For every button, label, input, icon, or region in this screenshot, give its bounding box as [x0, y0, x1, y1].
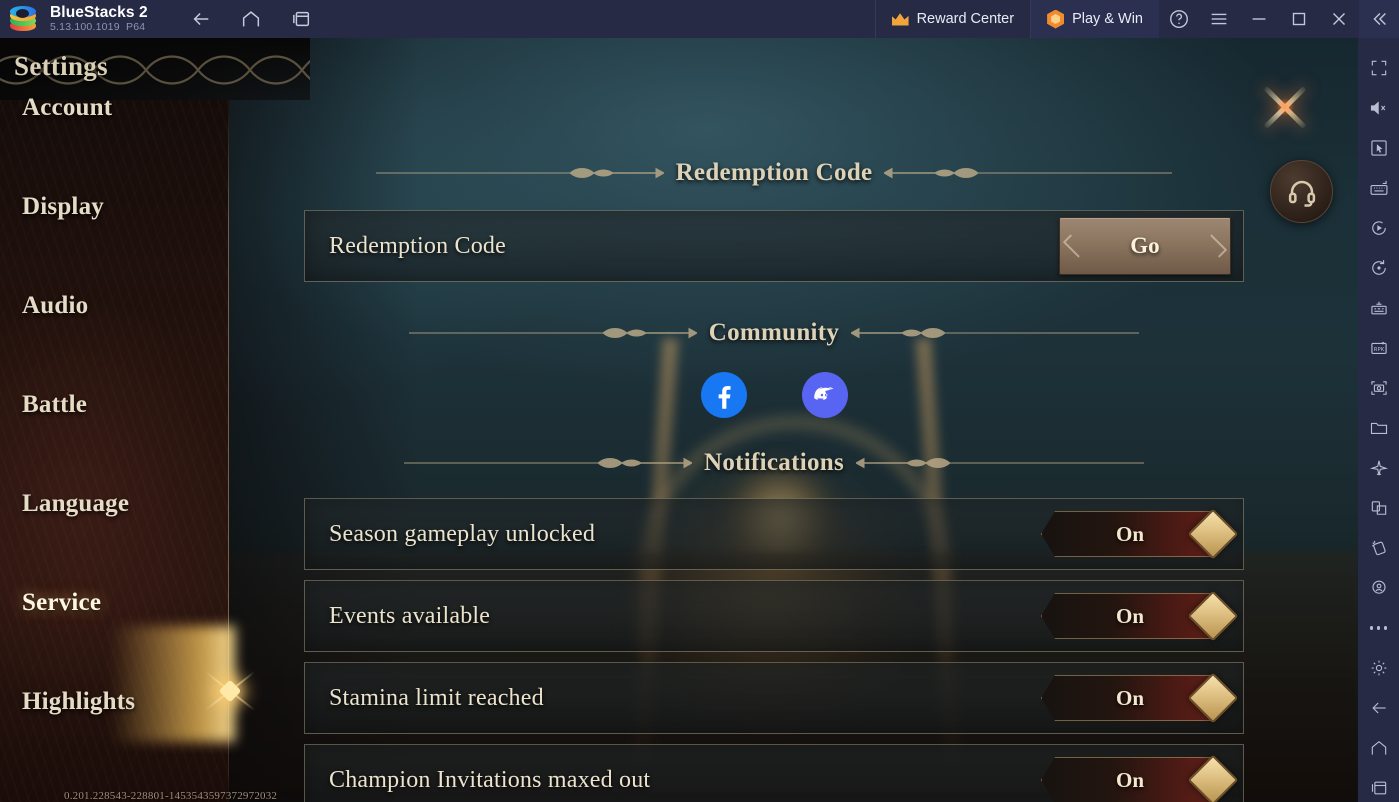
- app-version-label: 5.13.100.1019 P64: [50, 21, 146, 33]
- back-icon[interactable]: [188, 6, 214, 32]
- redemption-code-label: Redemption Code: [329, 232, 506, 259]
- rotate-icon[interactable]: [1358, 248, 1399, 288]
- facebook-icon: [718, 385, 731, 409]
- toggle-state-label: On: [1115, 767, 1144, 792]
- sidebar-item-audio[interactable]: Audio: [22, 292, 88, 320]
- sidebar-divider: [228, 100, 229, 802]
- app-name-label: BlueStacks 2: [50, 4, 148, 21]
- notification-toggle[interactable]: On: [1041, 672, 1239, 724]
- bluestacks-tool-sidebar: RPK: [1358, 38, 1399, 802]
- minimize-icon[interactable]: [1239, 0, 1279, 38]
- notification-row-champion-invitations[interactable]: Champion Invitations maxed out On: [304, 744, 1244, 802]
- shake-icon[interactable]: [1358, 528, 1399, 568]
- ornament-right-icon: [850, 326, 1141, 340]
- android-home-icon[interactable]: [1358, 728, 1399, 768]
- settings-header: Settings: [0, 38, 310, 100]
- chevron-left-icon: [1062, 234, 1087, 258]
- notification-row-stamina-limit[interactable]: Stamina limit reached On: [304, 662, 1244, 734]
- location-icon[interactable]: [1358, 568, 1399, 608]
- facebook-link-button[interactable]: [700, 372, 747, 418]
- coin-icon: [1047, 9, 1065, 29]
- app-identity: BlueStacks 2 5.13.100.1019 P64: [50, 4, 148, 34]
- close-icon[interactable]: [1319, 0, 1359, 38]
- notification-label: Stamina limit reached: [329, 684, 544, 711]
- android-back-icon[interactable]: [1358, 688, 1399, 728]
- page-title: Settings: [14, 51, 108, 81]
- fullscreen-icon[interactable]: [1358, 48, 1399, 88]
- redemption-code-row[interactable]: Redemption Code Go: [304, 210, 1244, 282]
- chevron-right-icon: [1203, 234, 1228, 258]
- notification-toggle[interactable]: On: [1041, 754, 1239, 802]
- headset-icon: [1288, 180, 1315, 207]
- rpk-install-icon[interactable]: RPK: [1358, 328, 1399, 368]
- customer-support-button[interactable]: [1270, 160, 1333, 223]
- section-title: Community: [708, 319, 840, 346]
- multi-instance-icon[interactable]: [1358, 288, 1399, 328]
- section-header-community: Community: [304, 316, 1244, 350]
- toggle-state-label: On: [1115, 603, 1144, 628]
- notification-toggle[interactable]: On: [1041, 508, 1239, 560]
- cursor-icon[interactable]: [1358, 128, 1399, 168]
- ornament-left-icon: [407, 326, 698, 340]
- notification-row-season-gameplay[interactable]: Season gameplay unlocked On: [304, 498, 1244, 570]
- notification-label: Season gameplay unlocked: [329, 520, 596, 547]
- collapse-sidebar-icon[interactable]: [1359, 0, 1399, 38]
- discord-link-button[interactable]: [801, 372, 848, 418]
- android-recents-icon[interactable]: [1358, 768, 1399, 802]
- titlebar-nav-group: [188, 6, 314, 32]
- build-version-label: 0.201.228543-228801-1453543597372972032: [64, 790, 278, 802]
- window-controls: [1159, 0, 1399, 38]
- notification-label: Champion Invitations maxed out: [329, 766, 651, 793]
- section-title: Redemption Code: [675, 159, 873, 186]
- close-settings-button[interactable]: [1254, 76, 1316, 138]
- reward-center-label: Reward Center: [916, 11, 1015, 27]
- notification-toggle[interactable]: On: [1041, 590, 1239, 642]
- ornament-right-icon: [854, 456, 1146, 470]
- screenshot-icon[interactable]: [1358, 368, 1399, 408]
- media-folder-icon[interactable]: [1358, 408, 1399, 448]
- more-options-icon[interactable]: [1358, 608, 1399, 648]
- redeem-go-button[interactable]: Go: [1059, 217, 1231, 275]
- notification-label: Events available: [329, 602, 491, 629]
- help-icon[interactable]: [1159, 0, 1199, 38]
- community-links: [304, 372, 1244, 418]
- macro-play-icon[interactable]: [1358, 208, 1399, 248]
- reward-center-button[interactable]: Reward Center: [874, 0, 1031, 38]
- settings-content: Redemption Code Redemption Code Go Commu…: [304, 100, 1244, 802]
- play-and-win-label: Play & Win: [1072, 11, 1143, 27]
- keyboard-controls-icon[interactable]: [1358, 168, 1399, 208]
- sidebar-item-service[interactable]: Service: [22, 589, 101, 617]
- crown-icon: [891, 13, 909, 26]
- settings-gear-icon[interactable]: [1358, 648, 1399, 688]
- section-header-notifications: Notifications: [304, 446, 1244, 480]
- maximize-icon[interactable]: [1279, 0, 1319, 38]
- sidebar-item-account[interactable]: Account: [22, 94, 112, 122]
- section-title: Notifications: [704, 449, 844, 476]
- sidebar-item-language[interactable]: Language: [22, 490, 129, 518]
- mute-icon[interactable]: [1358, 88, 1399, 128]
- discord-icon: [813, 387, 834, 400]
- toggle-state-label: On: [1115, 685, 1144, 710]
- notification-row-events-available[interactable]: Events available On: [304, 580, 1244, 652]
- sidebar-item-highlights[interactable]: Highlights: [22, 688, 135, 716]
- home-icon[interactable]: [238, 6, 264, 32]
- bluestacks-titlebar: BlueStacks 2 5.13.100.1019 P64 Reward Ce…: [0, 0, 1399, 38]
- bluestacks-logo-icon: [10, 5, 38, 33]
- ornament-left-icon: [374, 166, 665, 180]
- recents-icon[interactable]: [288, 6, 314, 32]
- toggle-state-label: On: [1115, 521, 1144, 546]
- bluestacks-window: Settings Account Display Audio Battle La…: [0, 0, 1399, 802]
- sidebar-item-display[interactable]: Display: [22, 193, 104, 221]
- go-button-label: Go: [1130, 233, 1160, 258]
- ornament-right-icon: [883, 166, 1174, 180]
- svg-text:RPK: RPK: [1373, 347, 1384, 353]
- sidebar-item-battle[interactable]: Battle: [22, 391, 87, 419]
- hamburger-menu-icon[interactable]: [1199, 0, 1239, 38]
- play-and-win-button[interactable]: Play & Win: [1030, 0, 1159, 38]
- ornament-left-icon: [402, 456, 694, 470]
- trim-memory-icon[interactable]: [1358, 448, 1399, 488]
- game-viewport: Settings Account Display Audio Battle La…: [0, 38, 1358, 802]
- section-header-redemption: Redemption Code: [304, 156, 1244, 190]
- copy-paste-icon[interactable]: [1358, 488, 1399, 528]
